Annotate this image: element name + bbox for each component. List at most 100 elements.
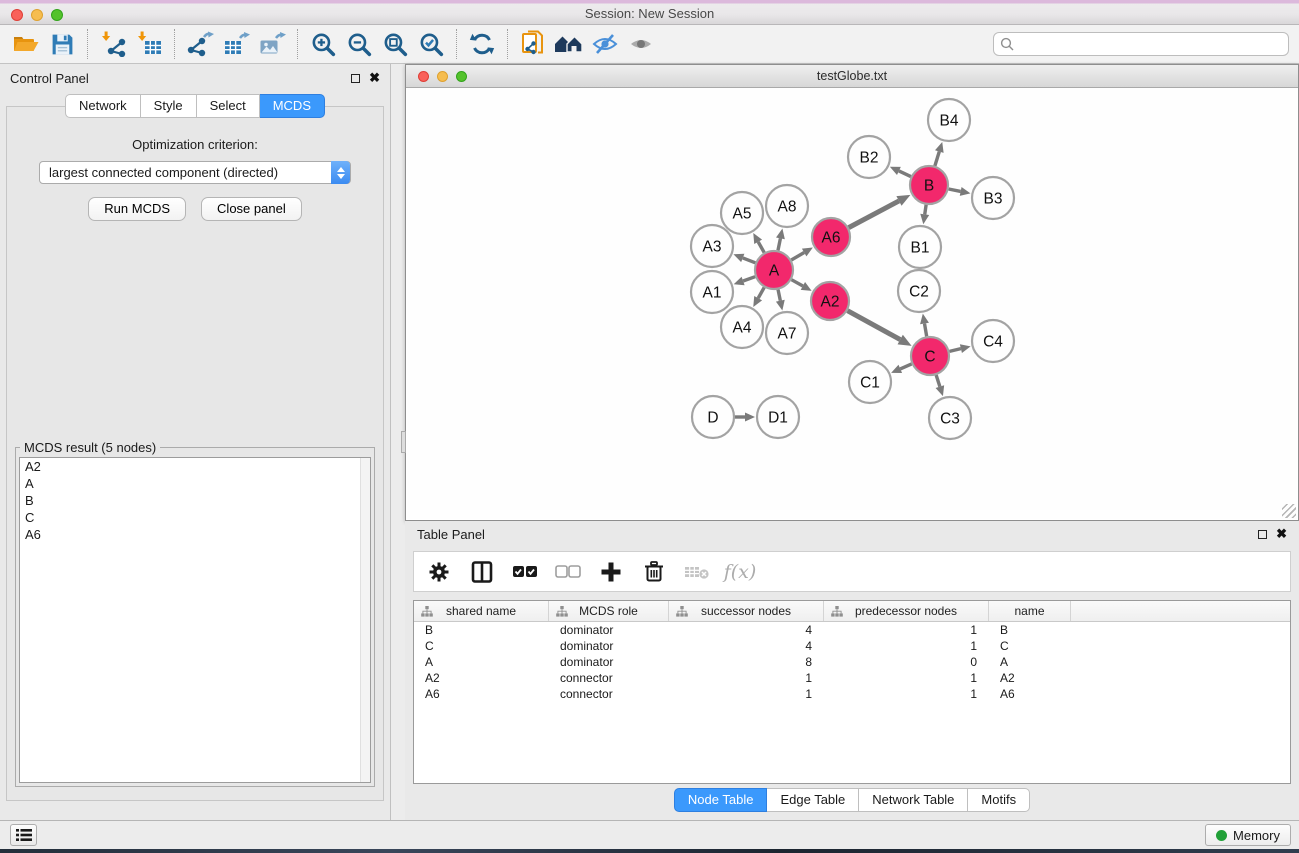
tab-node-table[interactable]: Node Table: [674, 788, 768, 812]
table-cell[interactable]: 4: [669, 622, 824, 638]
graph-edge-A-A1[interactable]: [743, 277, 755, 281]
mcds-result-item[interactable]: A2: [20, 458, 370, 475]
graph-edge-B-B3[interactable]: [949, 189, 961, 191]
table-cell[interactable]: B: [989, 622, 1071, 638]
show-graphics-details-icon[interactable]: [623, 28, 659, 60]
mcds-result-item[interactable]: A6: [20, 526, 370, 543]
hide-graphics-details-icon[interactable]: [587, 28, 623, 60]
graph-node-C3[interactable]: C3: [929, 397, 971, 439]
delete-column-icon[interactable]: [641, 559, 667, 585]
graph-edge-A-A7[interactable]: [778, 290, 780, 301]
column-header-predecessor-nodes[interactable]: predecessor nodes: [824, 601, 989, 621]
mcds-result-item[interactable]: B: [20, 492, 370, 509]
float-panel-icon[interactable]: [351, 74, 360, 83]
graph-node-A[interactable]: A: [755, 251, 793, 289]
mcds-result-item[interactable]: C: [20, 509, 370, 526]
table-cell[interactable]: dominator: [549, 638, 669, 654]
task-history-button[interactable]: [10, 824, 37, 846]
table-cell[interactable]: connector: [549, 670, 669, 686]
graph-node-A6[interactable]: A6: [812, 218, 850, 256]
table-cell[interactable]: 1: [824, 622, 989, 638]
settings-gear-icon[interactable]: [426, 559, 452, 585]
deselect-all-checkboxes-icon[interactable]: [555, 559, 581, 585]
graph-node-A8[interactable]: A8: [766, 185, 808, 227]
tab-edge-table[interactable]: Edge Table: [767, 788, 859, 812]
table-cell[interactable]: A: [989, 654, 1071, 670]
graph-node-A2[interactable]: A2: [811, 282, 849, 320]
column-header-name[interactable]: name: [989, 601, 1071, 621]
criterion-dropdown[interactable]: largest connected component (directed): [39, 161, 351, 184]
column-header-MCDS-role[interactable]: MCDS role: [549, 601, 669, 621]
import-table-icon[interactable]: [131, 28, 167, 60]
export-table-icon[interactable]: [218, 28, 254, 60]
table-cell[interactable]: 1: [824, 686, 989, 702]
graph-node-D[interactable]: D: [692, 396, 734, 438]
graph-node-A5[interactable]: A5: [721, 192, 763, 234]
import-network-icon[interactable]: [95, 28, 131, 60]
scrollbar-track[interactable]: [360, 458, 370, 782]
table-cell[interactable]: 4: [669, 638, 824, 654]
table-cell[interactable]: B: [414, 622, 549, 638]
graph-edge-B-B2[interactable]: [899, 171, 911, 177]
graph-edge-C-C1[interactable]: [900, 364, 911, 369]
export-network-icon[interactable]: [182, 28, 218, 60]
table-cell[interactable]: dominator: [549, 654, 669, 670]
graph-edge-A-A6[interactable]: [791, 253, 804, 260]
network-from-selection-icon[interactable]: [515, 28, 551, 60]
tab-network-table[interactable]: Network Table: [859, 788, 968, 812]
tab-select[interactable]: Select: [197, 94, 260, 118]
tab-style[interactable]: Style: [141, 94, 197, 118]
table-row[interactable]: A2connector11A2: [414, 670, 1290, 686]
tab-mcds[interactable]: MCDS: [260, 94, 325, 118]
tab-motifs[interactable]: Motifs: [968, 788, 1030, 812]
close-panel-icon[interactable]: ✖: [369, 73, 380, 83]
table-cell[interactable]: 1: [824, 638, 989, 654]
mcds-result-item[interactable]: A: [20, 475, 370, 492]
tab-network[interactable]: Network: [65, 94, 141, 118]
table-cell[interactable]: dominator: [549, 622, 669, 638]
table-cell[interactable]: 8: [669, 654, 824, 670]
graph-edge-C-C2[interactable]: [925, 324, 927, 337]
graph-node-C4[interactable]: C4: [972, 320, 1014, 362]
network-canvas[interactable]: B4B2BB3A8A5A6B1A3AA1C2A2A4A7C4CC1C3DD1: [407, 88, 1297, 519]
column-header-shared-name[interactable]: shared name: [414, 601, 549, 621]
graph-edge-C-C4[interactable]: [949, 349, 960, 352]
open-session-icon[interactable]: [8, 28, 44, 60]
graph-edge-A-A4[interactable]: [758, 287, 764, 298]
table-cell[interactable]: 1: [669, 686, 824, 702]
graph-node-A1[interactable]: A1: [691, 271, 733, 313]
column-header-successor-nodes[interactable]: successor nodes: [669, 601, 824, 621]
table-cell[interactable]: C: [414, 638, 549, 654]
mcds-result-list[interactable]: A2ABCA6: [19, 457, 371, 783]
graph-node-C1[interactable]: C1: [849, 361, 891, 403]
graph-edge-B-B4[interactable]: [935, 152, 939, 166]
graph-node-B3[interactable]: B3: [972, 177, 1014, 219]
refresh-layout-icon[interactable]: [464, 28, 500, 60]
graph-node-B[interactable]: B: [910, 166, 948, 204]
table-cell[interactable]: A2: [989, 670, 1071, 686]
zoom-selected-icon[interactable]: [413, 28, 449, 60]
zoom-out-icon[interactable]: [341, 28, 377, 60]
graph-node-B2[interactable]: B2: [848, 136, 890, 178]
zoom-in-icon[interactable]: [305, 28, 341, 60]
table-cell[interactable]: 1: [669, 670, 824, 686]
split-divider-handle[interactable]: [401, 431, 406, 453]
function-builder-icon[interactable]: f(x): [727, 559, 753, 585]
select-all-checkboxes-icon[interactable]: [512, 559, 538, 585]
search-input[interactable]: [993, 32, 1289, 56]
graph-edge-A-A5[interactable]: [758, 242, 764, 253]
graph-edge-A-A8[interactable]: [778, 238, 780, 250]
graph-edge-A-A2[interactable]: [791, 280, 802, 286]
float-table-panel-icon[interactable]: [1258, 530, 1267, 539]
close-panel-button[interactable]: Close panel: [201, 197, 302, 221]
table-cell[interactable]: 1: [824, 670, 989, 686]
zoom-fit-icon[interactable]: [377, 28, 413, 60]
window-resize-grip[interactable]: [1282, 504, 1296, 518]
graph-node-A7[interactable]: A7: [766, 312, 808, 354]
table-row[interactable]: Adominator80A: [414, 654, 1290, 670]
close-table-panel-icon[interactable]: ✖: [1276, 529, 1287, 539]
table-cell[interactable]: A: [414, 654, 549, 670]
table-row[interactable]: Cdominator41C: [414, 638, 1290, 654]
save-session-icon[interactable]: [44, 28, 80, 60]
graph-node-B1[interactable]: B1: [899, 226, 941, 268]
